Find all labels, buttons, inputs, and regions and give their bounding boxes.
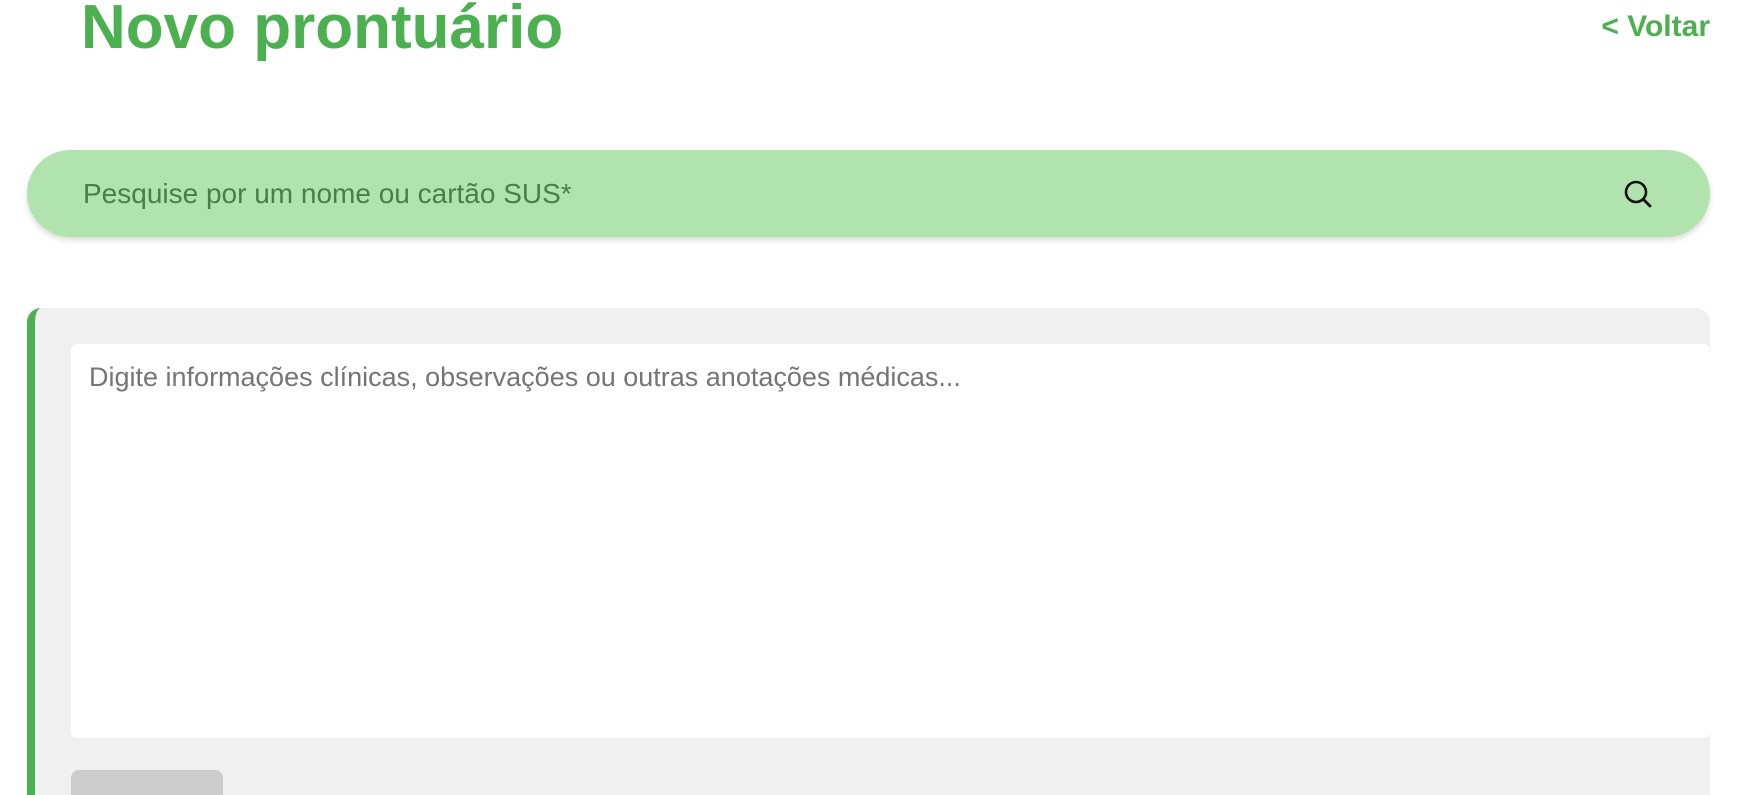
page-title: Novo prontuário (81, 0, 564, 62)
search-icon[interactable] (1616, 172, 1660, 216)
page: Novo prontuário < Voltar Enviar (0, 0, 1750, 795)
submit-button[interactable]: Enviar (71, 770, 223, 795)
search-bar (27, 150, 1710, 237)
clinical-notes-textarea[interactable] (71, 344, 1710, 738)
back-link[interactable]: < Voltar (1601, 10, 1710, 44)
record-panel: Enviar (27, 308, 1710, 795)
search-input[interactable] (81, 162, 1616, 225)
